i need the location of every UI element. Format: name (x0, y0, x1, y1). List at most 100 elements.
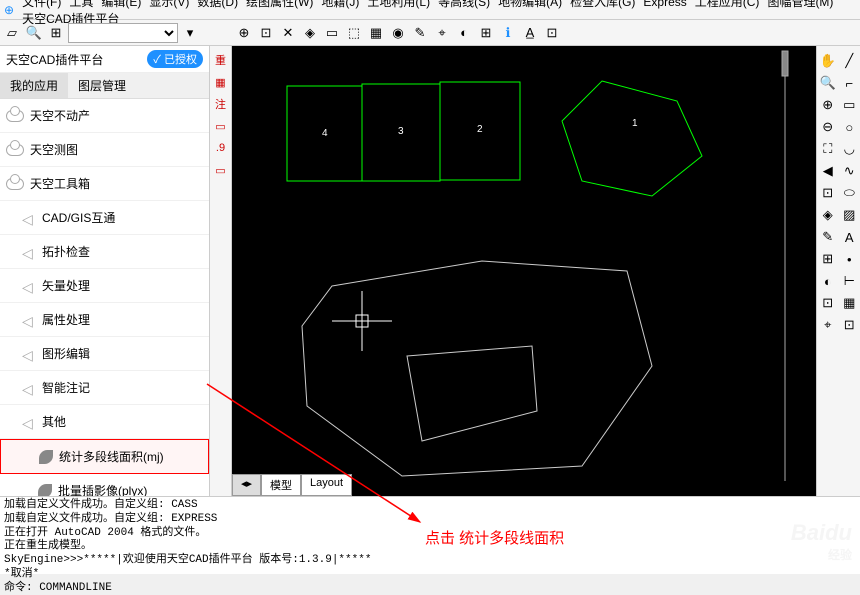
shape-label-3: 3 (398, 126, 404, 137)
tool-m-icon[interactable]: ℹ (498, 23, 518, 43)
menu-item-5[interactable]: 绘图属性(W) (246, 0, 313, 9)
tree-item[interactable]: CAD/GIS互通 (0, 201, 209, 235)
menu-item-0[interactable]: 文件(F) (22, 0, 61, 9)
vtool-4[interactable]: .9 (210, 138, 231, 158)
tool-g-icon[interactable]: ▦ (366, 23, 386, 43)
tree-item[interactable]: 天空工具箱 (0, 167, 209, 201)
rtool-zoom-icon[interactable]: 🔍 (817, 72, 839, 94)
menu-item-12[interactable]: 工程应用(C) (695, 0, 760, 9)
tree-item[interactable]: 其他 (0, 405, 209, 439)
rtool-dim-icon[interactable]: ⊢ (839, 270, 860, 292)
rtool-zoomout-icon[interactable]: ⊖ (817, 116, 839, 138)
rtool-spline-icon[interactable]: ∿ (839, 160, 860, 182)
rtool-d-icon[interactable]: ⊞ (817, 248, 839, 270)
tree-item[interactable]: 天空测图 (0, 133, 209, 167)
tree-item-label: 批量插影像(plyx) (58, 482, 147, 496)
rtool-text-icon[interactable]: A (839, 226, 860, 248)
model-tab-model[interactable]: 模型 (261, 474, 301, 496)
rtool-polyline-icon[interactable]: ⌐ (839, 72, 860, 94)
layer-dropdown[interactable] (68, 23, 178, 43)
drawing-canvas[interactable]: 4 3 2 1 ◂▸ 模型 Layout (232, 46, 816, 496)
cloud-icon (6, 110, 24, 122)
menu-item-4[interactable]: 数据(D) (197, 0, 238, 9)
tool-search-icon[interactable]: 🔍 (24, 23, 44, 43)
rtool-point-icon[interactable]: • (839, 248, 860, 270)
rtool-extent-icon[interactable]: ⛶ (817, 138, 839, 160)
rtool-pan-icon[interactable]: ✋ (817, 50, 839, 72)
rtool-circle-icon[interactable]: ○ (839, 116, 860, 138)
left-vertical-toolbar: 重▦注▭.9▭ (210, 46, 232, 496)
tool-chevron-icon[interactable]: ▾ (180, 23, 200, 43)
rtool-a-icon[interactable]: ⊡ (817, 182, 839, 204)
tool-n-icon[interactable]: A̲ (520, 23, 540, 43)
vtool-3[interactable]: ▭ (210, 116, 231, 136)
menu-item-6[interactable]: 地籍(J) (321, 0, 359, 9)
rtool-g-icon[interactable]: ⌖ (817, 314, 839, 336)
tree-item[interactable]: 图形编辑 (0, 337, 209, 371)
tree-item[interactable]: 矢量处理 (0, 269, 209, 303)
plane-icon (22, 245, 36, 259)
menu-item-2[interactable]: 编辑(E) (101, 0, 141, 9)
tree-item[interactable]: 拓扑检查 (0, 235, 209, 269)
vtool-1[interactable]: ▦ (210, 72, 231, 92)
tree-item-label: 天空不动产 (30, 107, 90, 124)
vtool-2[interactable]: 注 (210, 94, 231, 114)
rtool-hatch-icon[interactable]: ▨ (839, 204, 860, 226)
app-icon: ⊕ (4, 3, 14, 17)
rtool-h-icon[interactable]: ⊡ (839, 314, 860, 336)
model-tab-nav[interactable]: ◂▸ (232, 474, 261, 496)
tool-grid-icon[interactable]: ⊞ (46, 23, 66, 43)
vtool-0[interactable]: 重 (210, 50, 231, 70)
tree-item-label: CAD/GIS互通 (42, 209, 115, 226)
tree-item-label: 拓扑检查 (42, 243, 90, 260)
rtool-e-icon[interactable]: ◐ (817, 270, 839, 292)
tool-new-icon[interactable]: ▱ (2, 23, 22, 43)
menu-item-10[interactable]: 检查入库(G) (570, 0, 635, 9)
menu-item-13[interactable]: 图幅管理(M) (767, 0, 833, 9)
tool-h-icon[interactable]: ◉ (388, 23, 408, 43)
menu-item-8[interactable]: 等高线(S) (438, 0, 490, 9)
model-tabs: ◂▸ 模型 Layout (232, 474, 352, 496)
tree-item[interactable]: 统计多段线面积(mj) (0, 439, 209, 474)
menu-item-3[interactable]: 显示(V) (149, 0, 189, 9)
tool-b-icon[interactable]: ⊡ (256, 23, 276, 43)
sidebar: 天空CAD插件平台 ✓ 已授权 我的应用 图层管理 天空不动产天空测图天空工具箱… (0, 46, 210, 496)
menu-item-9[interactable]: 地物编辑(A) (498, 0, 562, 9)
leaf-icon (38, 484, 52, 497)
tree-item[interactable]: 天空不动产 (0, 99, 209, 133)
tree-item[interactable]: 智能注记 (0, 371, 209, 405)
sidebar-title: 天空CAD插件平台 (6, 51, 103, 68)
vtool-5[interactable]: ▭ (210, 160, 231, 180)
tool-a-icon[interactable]: ⊕ (234, 23, 254, 43)
rtool-c-icon[interactable]: ✎ (817, 226, 839, 248)
rtool-line-icon[interactable]: ╱ (839, 50, 860, 72)
rtool-ellipse-icon[interactable]: ⬭ (839, 182, 860, 204)
rtool-block-icon[interactable]: ▦ (839, 292, 860, 314)
tool-e-icon[interactable]: ▭ (322, 23, 342, 43)
menu-item-1[interactable]: 工具 (69, 0, 93, 9)
tree-item[interactable]: 属性处理 (0, 303, 209, 337)
tool-o-icon[interactable]: ⊡ (542, 23, 562, 43)
tool-c-icon[interactable]: ✕ (278, 23, 298, 43)
rtool-zoomin-icon[interactable]: ⊕ (817, 94, 839, 116)
tree-item[interactable]: 批量插影像(plyx) (0, 474, 209, 496)
tool-i-icon[interactable]: ✎ (410, 23, 430, 43)
tool-f-icon[interactable]: ⬚ (344, 23, 364, 43)
model-tab-layout[interactable]: Layout (301, 474, 352, 496)
command-console[interactable]: 加载自定义文件成功。自定义组: CASS 加载自定义文件成功。自定义组: EXP… (0, 496, 860, 574)
tool-l-icon[interactable]: ⊞ (476, 23, 496, 43)
rtool-b-icon[interactable]: ◈ (817, 204, 839, 226)
rtool-arc-icon[interactable]: ◡ (839, 138, 860, 160)
menu-item-11[interactable]: Express (643, 0, 686, 9)
rtool-f-icon[interactable]: ⊡ (817, 292, 839, 314)
tab-my-apps[interactable]: 我的应用 (0, 73, 68, 98)
rtool-rect-icon[interactable]: ▭ (839, 94, 860, 116)
tab-layers[interactable]: 图层管理 (68, 73, 136, 98)
tool-j-icon[interactable]: ⌖ (432, 23, 452, 43)
menu-item-7[interactable]: 土地利用(L) (367, 0, 430, 9)
rtool-prev-icon[interactable]: ◀ (817, 160, 839, 182)
tool-k-icon[interactable]: ◐ (454, 23, 474, 43)
plane-icon (22, 347, 36, 361)
tool-d-icon[interactable]: ◈ (300, 23, 320, 43)
plane-icon (22, 381, 36, 395)
